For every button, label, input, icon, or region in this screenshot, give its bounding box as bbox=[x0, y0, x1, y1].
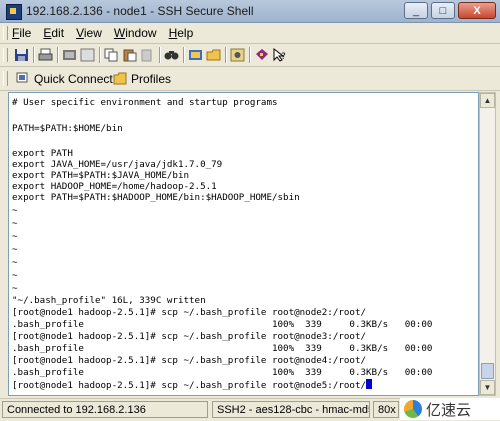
profile-bar: Quick Connect Profiles bbox=[0, 67, 500, 91]
terminal-size-status: 80x bbox=[373, 401, 399, 418]
new-window-icon[interactable] bbox=[206, 48, 221, 62]
quick-connect-button[interactable]: Quick Connect bbox=[16, 70, 113, 87]
maximize-button[interactable]: □ bbox=[431, 2, 455, 19]
profiles-button[interactable]: Profiles bbox=[113, 70, 171, 87]
window-controls: _ □ X bbox=[404, 2, 496, 19]
vertical-scrollbar[interactable]: ▲ ▼ bbox=[479, 92, 496, 396]
help-icon[interactable]: ? bbox=[272, 48, 287, 62]
terminal-line: [root@node1 hadoop-2.5.1]# scp ~/.bash_p… bbox=[12, 307, 367, 318]
new-file-transfer-icon[interactable] bbox=[188, 48, 203, 62]
watermark: 亿速云 bbox=[400, 398, 500, 420]
text-cursor bbox=[366, 379, 373, 389]
toolbar-separator bbox=[225, 47, 227, 63]
toolbar-separator bbox=[99, 47, 101, 63]
toolbar: ? bbox=[0, 44, 500, 67]
menu-edit[interactable]: Edit bbox=[43, 26, 64, 40]
quick-connect-icon[interactable] bbox=[62, 48, 77, 62]
toolbar-separator bbox=[57, 47, 59, 63]
terminal-line: .bash_profile 100% 339 0.3KB/s 00:00 bbox=[12, 343, 433, 354]
menu-bar: File Edit View Window Help bbox=[0, 23, 500, 44]
menu-help[interactable]: Help bbox=[169, 26, 194, 40]
terminal-line: export HADOOP_HOME=/home/hadoop-2.5.1 bbox=[12, 181, 217, 192]
terminal-line: ~ bbox=[12, 218, 18, 229]
terminal-line: # User specific environment and startup … bbox=[12, 97, 278, 108]
terminal-line: ~ bbox=[12, 270, 18, 281]
menu-view[interactable]: View bbox=[76, 26, 102, 40]
terminal-line: ~ bbox=[12, 283, 18, 294]
menu-window[interactable]: Window bbox=[114, 26, 157, 40]
folder-icon bbox=[113, 72, 127, 85]
toolbar-separator bbox=[183, 47, 185, 63]
terminal-line: "~/.bash_profile" 16L, 339C written bbox=[12, 295, 206, 306]
quick-connect-label: Quick Connect bbox=[34, 71, 113, 86]
terminal-line: PATH=$PATH:$HOME/bin bbox=[12, 123, 123, 134]
paste-disabled-icon[interactable] bbox=[140, 48, 155, 62]
toolbar-separator bbox=[33, 47, 35, 63]
watermark-text: 亿速云 bbox=[426, 400, 472, 419]
toolbar-grip[interactable] bbox=[3, 48, 8, 62]
window-title: 192.168.2.136 - node1 - SSH Secure Shell bbox=[26, 4, 254, 18]
keygen-icon[interactable] bbox=[254, 48, 269, 62]
terminal-line: export JAVA_HOME=/usr/java/jdk1.7.0_79 bbox=[12, 159, 223, 170]
settings-icon[interactable] bbox=[230, 48, 245, 62]
yisu-logo-icon bbox=[404, 400, 422, 418]
terminal-line: ~ bbox=[12, 205, 18, 216]
protocol-status: SSH2 - aes128-cbc - hmac-md5 bbox=[212, 401, 370, 418]
terminal-line: export PATH=$PATH:$HADOOP_HOME/bin:$HADO… bbox=[12, 192, 300, 203]
toolbar-separator bbox=[159, 47, 161, 63]
toolbar-separator bbox=[249, 47, 251, 63]
paste-icon[interactable] bbox=[122, 48, 137, 62]
terminal-line: [root@node1 hadoop-2.5.1]# scp ~/.bash_p… bbox=[12, 355, 367, 366]
connection-status: Connected to 192.168.2.136 bbox=[2, 401, 208, 418]
scroll-up-arrow[interactable]: ▲ bbox=[480, 93, 495, 108]
new-terminal-icon[interactable] bbox=[80, 48, 95, 62]
svg-text:?: ? bbox=[281, 52, 286, 62]
terminal-line: .bash_profile 100% 339 0.3KB/s 00:00 bbox=[12, 367, 433, 378]
minimize-button[interactable]: _ bbox=[404, 2, 428, 19]
menubar-grip[interactable] bbox=[3, 26, 8, 40]
title-bar[interactable]: 192.168.2.136 - node1 - SSH Secure Shell… bbox=[0, 0, 500, 23]
copy-icon[interactable] bbox=[104, 48, 119, 62]
terminal-line: [root@node1 hadoop-2.5.1]# scp ~/.bash_p… bbox=[12, 380, 367, 391]
quick-connect-icon bbox=[16, 72, 28, 83]
app-icon[interactable] bbox=[6, 4, 22, 20]
ssh-secure-shell-window: 192.168.2.136 - node1 - SSH Secure Shell… bbox=[0, 0, 500, 421]
scroll-down-arrow[interactable]: ▼ bbox=[480, 380, 495, 395]
menu-file[interactable]: File bbox=[12, 26, 31, 40]
terminal-prompt-line: [root@node1 hadoop-2.5.1]# scp ~/.bash_p… bbox=[12, 379, 373, 391]
terminal-line: .bash_profile 100% 339 0.3KB/s 00:00 bbox=[12, 319, 433, 330]
print-icon[interactable] bbox=[38, 48, 53, 62]
terminal-line: ~ bbox=[12, 257, 18, 268]
terminal-line: ~ bbox=[12, 244, 18, 255]
find-icon[interactable] bbox=[164, 48, 179, 62]
close-button[interactable]: X bbox=[458, 2, 496, 19]
terminal-area[interactable]: # User specific environment and startup … bbox=[8, 92, 479, 396]
terminal-line: [root@node1 hadoop-2.5.1]# scp ~/.bash_p… bbox=[12, 331, 367, 342]
terminal-line: ~ bbox=[12, 231, 18, 242]
scroll-thumb[interactable] bbox=[481, 363, 494, 379]
profilebar-grip[interactable] bbox=[3, 71, 8, 86]
terminal-line: export PATH bbox=[12, 148, 73, 159]
save-icon[interactable] bbox=[14, 48, 29, 62]
terminal-line: export PATH=$PATH:$JAVA_HOME/bin bbox=[12, 170, 190, 181]
profiles-label: Profiles bbox=[131, 71, 172, 86]
